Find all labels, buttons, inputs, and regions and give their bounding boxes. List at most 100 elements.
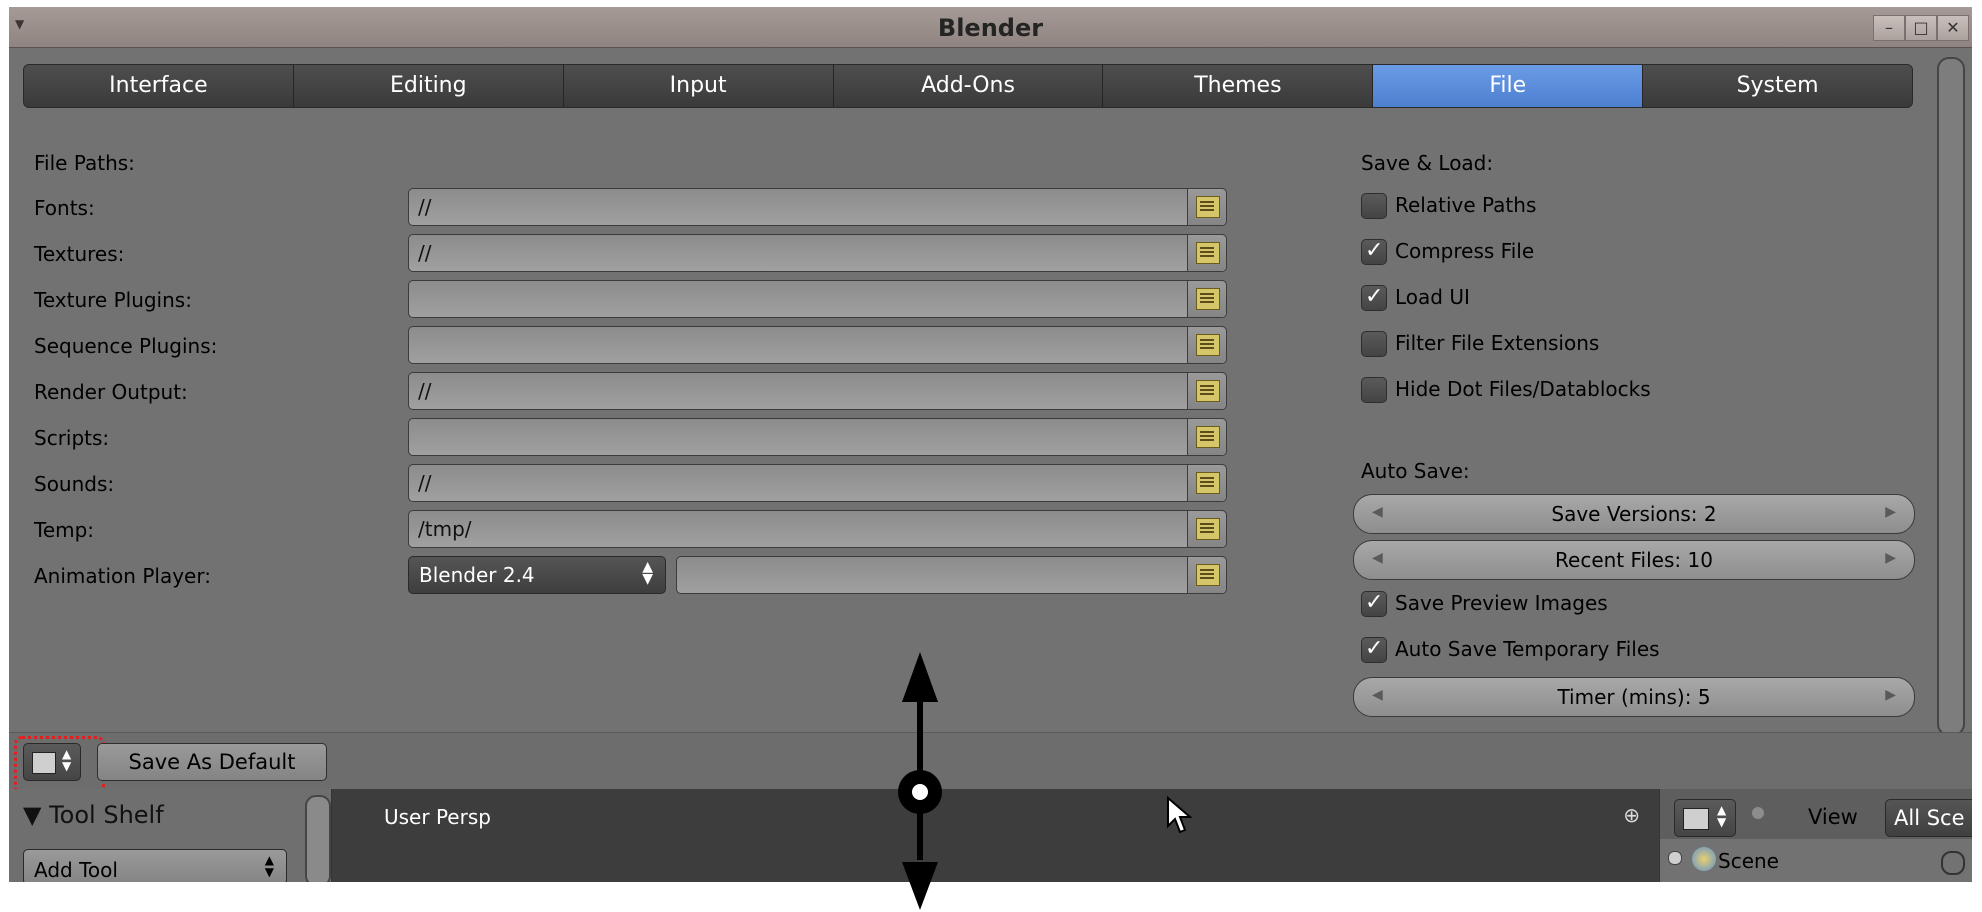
checkmark-icon: ✓	[1365, 636, 1384, 661]
animation-player-selected: Blender 2.4	[419, 563, 535, 587]
texture-plugins-browse-button[interactable]	[1187, 281, 1226, 317]
scene-label: Scene	[1718, 849, 1779, 873]
sounds-path-value: //	[418, 471, 432, 495]
tab-addons[interactable]: Add-Ons	[833, 65, 1104, 107]
title-bar: ▼ Blender – □ ✕	[9, 7, 1972, 48]
compress-file-label: Compress File	[1395, 239, 1535, 263]
recent-files-spinner[interactable]: ◀ Recent Files: 10 ▶	[1353, 540, 1915, 580]
tab-editing[interactable]: Editing	[293, 65, 564, 107]
textures-path-value: //	[418, 241, 432, 265]
save-as-default-button[interactable]: Save As Default	[97, 743, 327, 781]
window-title: Blender	[937, 14, 1044, 42]
animation-player-browse-button[interactable]	[1187, 557, 1226, 593]
timer-value: Timer (mins): 5	[1557, 685, 1711, 709]
texture-plugins-path-field[interactable]	[408, 280, 1227, 318]
save-versions-spinner[interactable]: ◀ Save Versions: 2 ▶	[1353, 494, 1915, 534]
all-scenes-dropdown[interactable]: All Sce	[1885, 799, 1972, 837]
outliner-panel: ▲ ▼ View All Sce Scene	[1659, 789, 1972, 882]
animation-player-path-field[interactable]	[676, 556, 1227, 594]
tab-input[interactable]: Input	[563, 65, 834, 107]
collapse-icon[interactable]	[1668, 851, 1682, 865]
scripts-label: Scripts:	[34, 426, 110, 450]
scripts-path-field[interactable]	[408, 418, 1227, 456]
3d-viewport[interactable]: User Persp ⊕	[332, 789, 1658, 882]
outliner-editor-type-selector[interactable]: ▲ ▼	[1674, 799, 1736, 837]
fonts-browse-button[interactable]	[1187, 189, 1226, 225]
mouse-cursor-icon	[1167, 796, 1193, 834]
checkmark-icon: ✓	[1365, 284, 1384, 309]
add-tool-label: Add Tool	[34, 858, 118, 882]
tool-shelf-panel: ▼ Tool Shelf Add Tool ▲ ▼	[9, 789, 332, 882]
maximize-button[interactable]: □	[1905, 15, 1937, 41]
recent-files-value: Recent Files: 10	[1555, 548, 1713, 572]
folder-icon	[1196, 242, 1220, 264]
checkbox-box	[1361, 193, 1387, 219]
checkbox-box: ✓	[1361, 636, 1387, 663]
sequence-plugins-path-field[interactable]	[408, 326, 1227, 364]
render-output-browse-button[interactable]	[1187, 373, 1226, 409]
textures-path-field[interactable]: //	[408, 234, 1227, 272]
up-down-icon: ▲ ▼	[264, 853, 274, 879]
dot-icon	[1752, 807, 1764, 819]
relative-paths-label: Relative Paths	[1395, 193, 1537, 217]
scene-icon	[1692, 847, 1716, 871]
render-output-path-field[interactable]: //	[408, 372, 1227, 410]
outliner-icon	[1683, 808, 1709, 830]
textures-label: Textures:	[34, 242, 125, 266]
checkmark-icon: ✓	[1365, 590, 1384, 615]
filter-file-extensions-label: Filter File Extensions	[1395, 331, 1600, 355]
outliner-scene-row[interactable]: Scene	[1660, 839, 1972, 882]
folder-icon	[1196, 288, 1220, 310]
increment-arrow-icon[interactable]: ▶	[1885, 504, 1896, 520]
auto-save-header: Auto Save:	[1361, 459, 1470, 483]
checkmark-icon: ✓	[1365, 238, 1384, 263]
lower-area: ▼ Tool Shelf Add Tool ▲ ▼ User Persp ⊕ ▲ ▼…	[9, 789, 1972, 882]
preferences-scrollbar[interactable]	[1937, 57, 1965, 736]
render-output-label: Render Output:	[34, 380, 188, 404]
tab-file[interactable]: File	[1373, 65, 1644, 107]
save-versions-value: Save Versions: 2	[1551, 502, 1717, 526]
folder-icon	[1196, 426, 1220, 448]
sounds-path-field[interactable]: //	[408, 464, 1227, 502]
sequence-plugins-label: Sequence Plugins:	[34, 334, 218, 358]
sequence-plugins-browse-button[interactable]	[1187, 327, 1226, 363]
blender-window: ▼ Blender – □ ✕ Interface Editing Input …	[9, 7, 1972, 882]
increment-arrow-icon[interactable]: ▶	[1885, 550, 1896, 566]
timer-spinner[interactable]: ◀ Timer (mins): 5 ▶	[1353, 677, 1915, 717]
tool-shelf-header[interactable]: ▼ Tool Shelf	[23, 801, 164, 829]
tool-shelf-scrollbar[interactable]	[305, 795, 331, 882]
folder-icon	[1196, 472, 1220, 494]
save-load-header: Save & Load:	[1361, 151, 1494, 175]
add-tool-dropdown[interactable]: Add Tool ▲ ▼	[23, 849, 287, 882]
up-down-icon: ▲ ▼	[642, 559, 653, 587]
scripts-browse-button[interactable]	[1187, 419, 1226, 455]
tool-shelf-title: Tool Shelf	[49, 801, 164, 829]
close-button[interactable]: ✕	[1937, 15, 1969, 41]
fonts-path-value: //	[418, 195, 432, 219]
tab-system[interactable]: System	[1643, 65, 1912, 107]
fonts-label: Fonts:	[34, 196, 95, 220]
folder-icon	[1196, 564, 1220, 586]
plus-icon[interactable]: ⊕	[1623, 803, 1640, 827]
tab-themes[interactable]: Themes	[1103, 65, 1374, 107]
sounds-label: Sounds:	[34, 472, 115, 496]
temp-path-field[interactable]: /tmp/	[408, 510, 1227, 548]
increment-arrow-icon[interactable]: ▶	[1885, 687, 1896, 703]
tab-interface[interactable]: Interface	[24, 65, 294, 107]
render-toggle-icon[interactable]	[1941, 851, 1965, 875]
temp-label: Temp:	[34, 518, 95, 542]
temp-browse-button[interactable]	[1187, 511, 1226, 547]
minimize-button[interactable]: –	[1873, 15, 1905, 41]
sounds-browse-button[interactable]	[1187, 465, 1226, 501]
outliner-header: ▲ ▼ View All Sce	[1660, 789, 1972, 839]
file-paths-header: File Paths:	[34, 151, 135, 175]
view-menu[interactable]: View	[1808, 805, 1858, 829]
preferences-footer: ▲ ▼ Save As Default	[9, 732, 1972, 807]
textures-browse-button[interactable]	[1187, 235, 1226, 271]
animation-player-dropdown[interactable]: Blender 2.4 ▲ ▼	[408, 556, 666, 594]
up-down-icon: ▲ ▼	[1717, 803, 1727, 829]
fonts-path-field[interactable]: //	[408, 188, 1227, 226]
viewport-name: User Persp	[384, 805, 491, 829]
folder-icon	[1196, 334, 1220, 356]
save-preview-images-label: Save Preview Images	[1395, 591, 1608, 615]
